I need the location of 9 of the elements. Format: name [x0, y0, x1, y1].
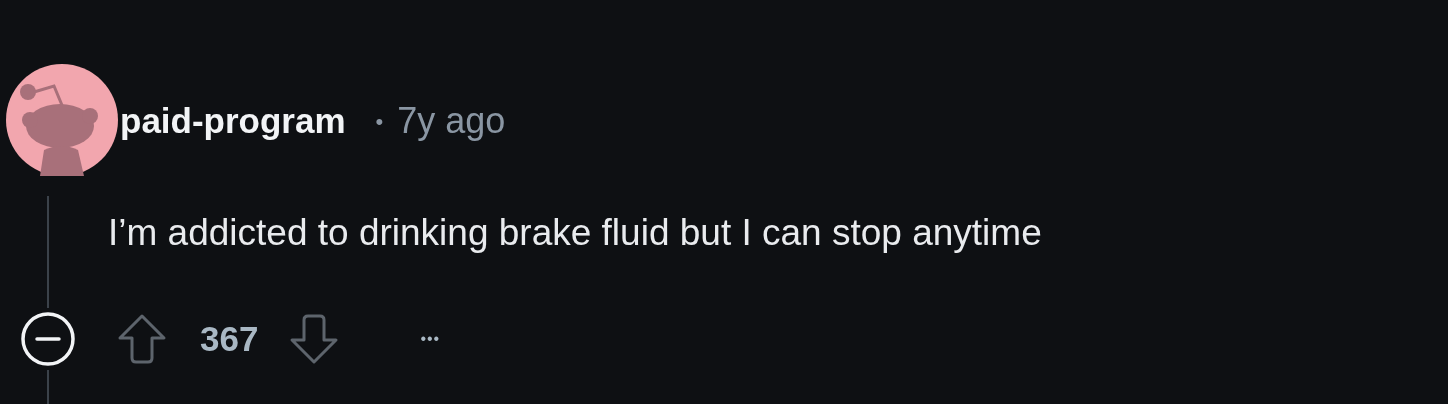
more-options-button[interactable]: ••• — [420, 330, 441, 348]
vote-count: 367 — [200, 319, 259, 359]
separator-dot: • — [375, 109, 384, 135]
username[interactable]: paid-program — [120, 101, 346, 141]
comment-text: I’m addicted to drinking brake fluid but I can stop anytime — [108, 212, 1042, 254]
upvote-icon[interactable] — [116, 312, 168, 366]
timestamp: 7y ago — [397, 100, 506, 142]
avatar-icon[interactable] — [6, 64, 118, 176]
collapse-icon[interactable] — [20, 311, 76, 367]
